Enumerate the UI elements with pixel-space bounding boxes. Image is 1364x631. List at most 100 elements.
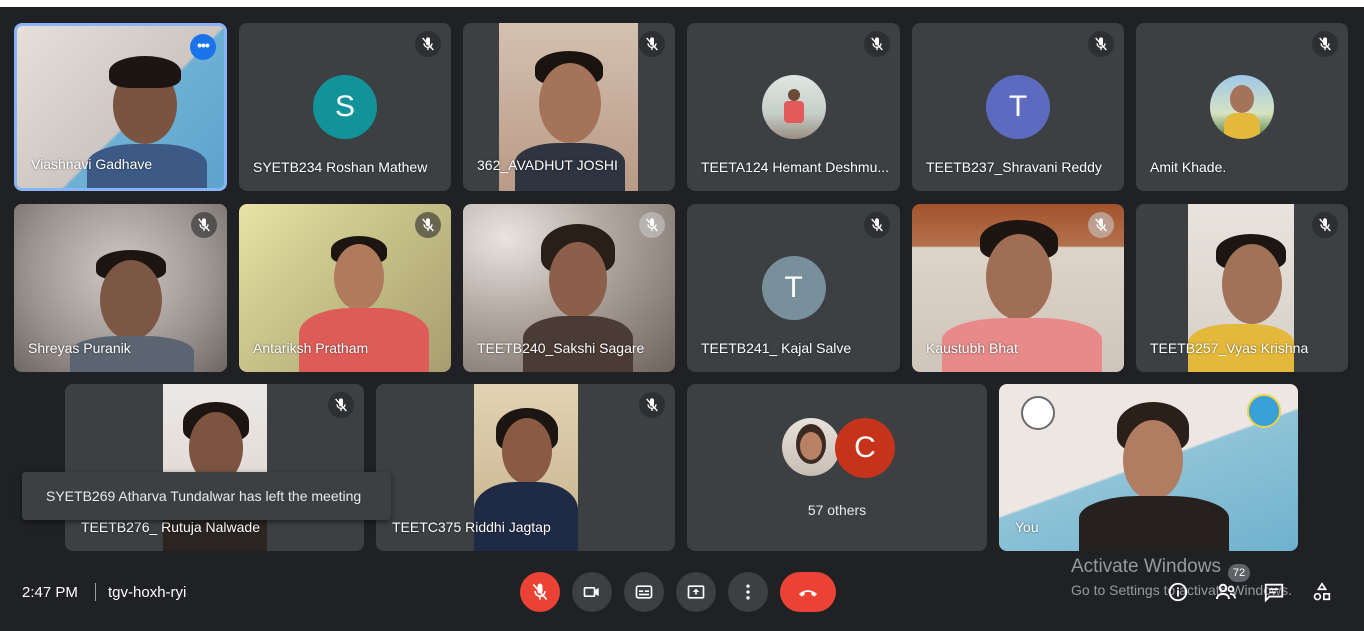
participant-video-figure <box>1123 420 1183 500</box>
mic-off-icon <box>639 31 665 57</box>
participant-avatar: T <box>986 75 1050 139</box>
participant-name: TEETB257_Vyas Krishna <box>1150 340 1309 356</box>
participant-video-figure <box>334 244 384 310</box>
present-now-button[interactable] <box>676 572 716 612</box>
mic-off-icon <box>415 212 441 238</box>
participant-avatar-figure <box>783 101 804 123</box>
camera-toggle-button[interactable] <box>572 572 612 612</box>
participant-video-figure <box>1222 244 1282 324</box>
participant-video-figure <box>539 63 601 143</box>
avatar-initial: C <box>854 431 876 464</box>
participant-tile[interactable]: Antariksh Pratham <box>239 204 451 372</box>
participant-avatar <box>1210 75 1274 139</box>
call-end-icon <box>799 590 817 597</box>
bottom-control-bar: 2:47 PM tgv-hoxh-ryi 72 <box>0 560 1364 631</box>
mic-off-icon <box>532 583 548 601</box>
participant-name: 362_AVADHUT JOSHI <box>477 157 618 173</box>
participant-name: SYETB234 Roshan Mathew <box>253 159 428 175</box>
meeting-time: 2:47 PM <box>22 584 78 601</box>
more-options-button[interactable] <box>728 572 768 612</box>
info-icon <box>1168 582 1188 602</box>
participant-name: Viashnavi Gadhave <box>31 156 153 172</box>
activities-icon <box>1313 582 1331 601</box>
participant-avatar-figure <box>1224 113 1260 139</box>
mic-off-icon <box>1088 212 1114 238</box>
avatar-initial: T <box>1008 90 1028 123</box>
mic-off-icon <box>191 212 217 238</box>
present-screen-icon <box>687 585 705 599</box>
participant-tile[interactable]: T TEETB237_Shravani Reddy <box>912 23 1124 191</box>
self-tile[interactable]: You <box>999 384 1298 551</box>
participant-avatar-figure <box>800 432 822 460</box>
participant-avatar-figure <box>787 89 800 101</box>
participant-avatar: S <box>313 75 377 139</box>
participant-tile[interactable]: TEETB240_Sakshi Sagare <box>463 204 675 372</box>
participant-name: Amit Khade. <box>1150 159 1227 175</box>
participant-tile[interactable]: ••• Viashnavi Gadhave <box>14 23 227 191</box>
activities-button[interactable] <box>1310 580 1334 604</box>
mic-off-icon <box>1312 212 1338 238</box>
mic-off-icon <box>639 212 665 238</box>
more-options-button[interactable]: ••• <box>190 34 216 60</box>
participant-name: TEETB241_ Kajal Salve <box>701 340 852 356</box>
participant-name: TEETB276_ Rutuja Nalwade <box>81 519 260 535</box>
top-strip <box>0 0 1364 7</box>
participant-video-figure <box>549 242 607 318</box>
leave-call-button[interactable] <box>780 572 836 612</box>
participant-avatar <box>761 75 826 139</box>
people-button[interactable] <box>1214 580 1238 604</box>
participant-tile[interactable]: Shreyas Puranik <box>14 204 227 372</box>
left-meeting-toast: SYETB269 Atharva Tundalwar has left the … <box>22 472 391 520</box>
participant-avatar <box>782 418 840 476</box>
participant-name: You <box>1015 519 1039 535</box>
captions-button[interactable] <box>624 572 664 612</box>
participant-tile[interactable]: TEETB276_ Rutuja Nalwade <box>65 384 364 551</box>
logo <box>1021 396 1055 430</box>
participant-name: TEETB240_Sakshi Sagare <box>477 340 645 356</box>
mic-off-icon <box>415 31 441 57</box>
chat-icon <box>1264 583 1284 603</box>
participant-tile[interactable]: TEETB257_Vyas Krishna <box>1136 204 1348 372</box>
participant-name: Kaustubh Bhat <box>926 340 1018 356</box>
mic-toggle-button[interactable] <box>520 572 560 612</box>
avatar-initial: S <box>334 90 355 123</box>
toast-text: SYETB269 Atharva Tundalwar has left the … <box>46 488 362 504</box>
participant-tile[interactable]: 362_AVADHUT JOSHI <box>463 23 675 191</box>
participant-video-figure <box>1079 496 1229 551</box>
chat-button[interactable] <box>1262 580 1286 604</box>
participant-tile[interactable]: TEETC375 Riddhi Jagtap <box>376 384 675 551</box>
participant-tile[interactable]: S SYETB234 Roshan Mathew <box>239 23 451 191</box>
participant-tile[interactable]: T TEETB241_ Kajal Salve <box>687 204 900 372</box>
participant-avatar-figure <box>1230 85 1254 113</box>
mic-off-icon <box>328 392 354 418</box>
participant-video-figure <box>986 234 1052 320</box>
mic-off-icon <box>864 212 890 238</box>
participant-avatar: C <box>835 418 895 478</box>
participant-tile[interactable]: Kaustubh Bhat <box>912 204 1124 372</box>
mic-off-icon <box>639 392 665 418</box>
closed-caption-icon <box>635 585 653 599</box>
participant-name: Shreyas Puranik <box>28 340 131 356</box>
participant-tile[interactable]: Amit Khade. <box>1136 23 1348 191</box>
participant-video-figure <box>100 260 162 340</box>
others-tile[interactable]: C 57 others <box>687 384 987 551</box>
mic-off-icon <box>864 31 890 57</box>
participant-video-figure <box>474 482 578 551</box>
mic-off-icon <box>1088 31 1114 57</box>
videocam-icon <box>583 587 599 597</box>
participant-tile[interactable]: TEETA124 Hemant Deshmu... <box>687 23 900 191</box>
meeting-code: tgv-hoxh-ryi <box>108 584 187 601</box>
others-label: 57 others <box>807 502 867 518</box>
meeting-details-button[interactable] <box>1166 580 1190 604</box>
participant-name: TEETA124 Hemant Deshmu... <box>701 159 890 175</box>
participant-video-figure <box>109 56 181 88</box>
avatar-initial: T <box>784 271 803 304</box>
participant-video-figure <box>502 418 552 484</box>
people-count-badge: 72 <box>1228 564 1250 582</box>
participant-name: TEETC375 Riddhi Jagtap <box>392 519 551 535</box>
participant-name: TEETB237_Shravani Reddy <box>926 159 1102 175</box>
mic-off-icon <box>1312 31 1338 57</box>
logo <box>1247 394 1281 428</box>
participant-name: Antariksh Pratham <box>253 340 369 356</box>
people-icon <box>1216 583 1236 600</box>
